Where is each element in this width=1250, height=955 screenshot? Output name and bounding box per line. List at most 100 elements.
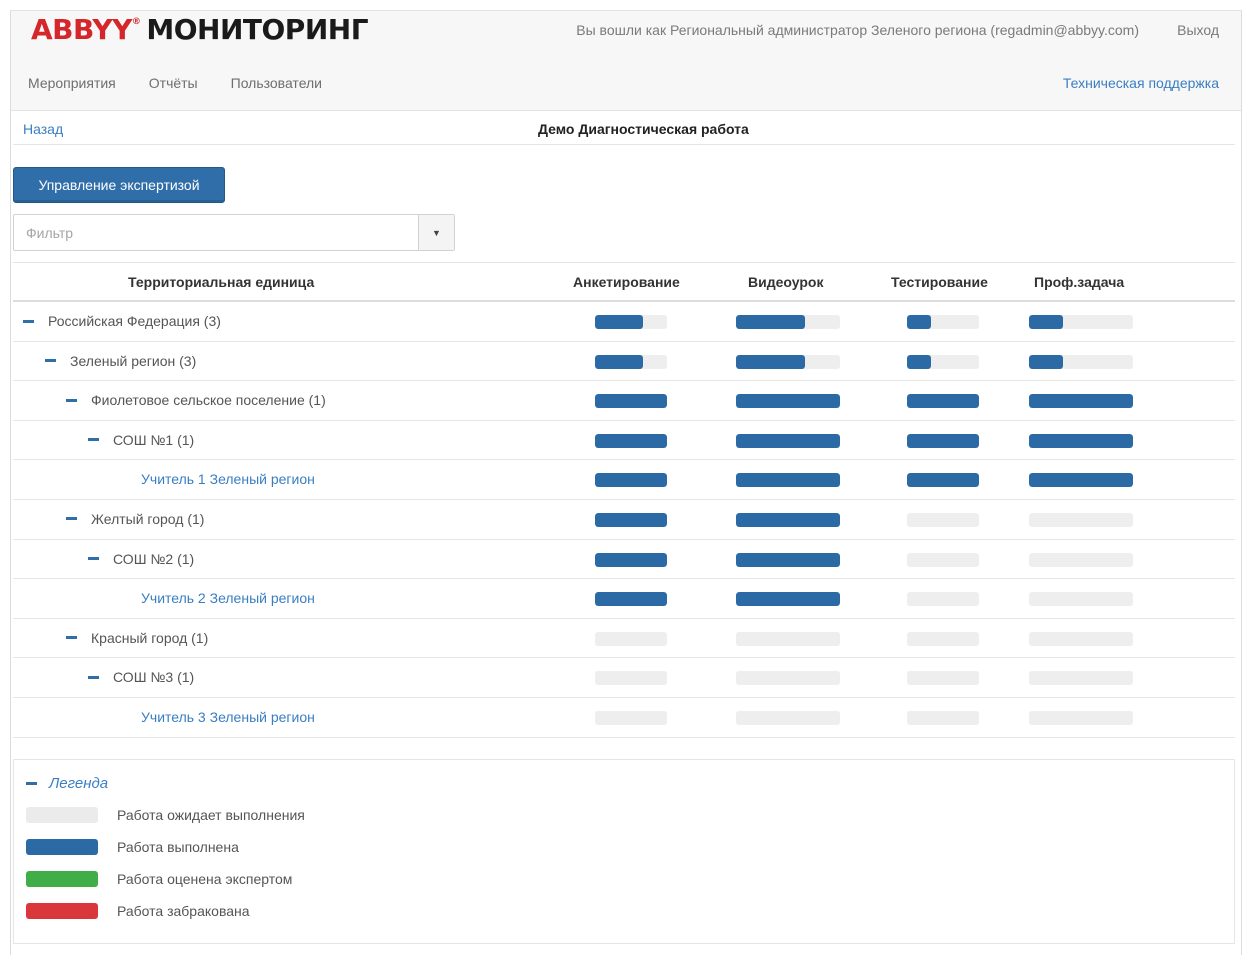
unit-label: Российская Федерация (3) (23, 313, 221, 329)
nav-item-reports[interactable]: Отчёты (149, 75, 198, 91)
legend-label: Работа забракована (117, 903, 250, 919)
table-row: Учитель 3 Зеленый регион (13, 698, 1235, 738)
progress-fill (1029, 394, 1133, 409)
progress-fill (736, 354, 805, 369)
unit-label: СОШ №1 (1) (88, 432, 194, 448)
table-row: Учитель 1 Зеленый регион (13, 460, 1235, 500)
progress-bar (907, 592, 979, 607)
table-row: СОШ №2 (1) (13, 540, 1235, 580)
progress-bar (1029, 394, 1133, 409)
progress-bar (907, 473, 979, 488)
progress-bar (907, 631, 979, 646)
progress-bar (907, 710, 979, 725)
progress-fill (595, 354, 643, 369)
collapse-icon[interactable] (88, 557, 99, 561)
legend-item-rejected: Работа забракована (26, 903, 250, 919)
progress-fill (595, 394, 667, 409)
legend-toggle[interactable]: Легенда (26, 775, 108, 792)
column-header-task: Проф.задача (1034, 274, 1125, 290)
progress-fill (1029, 473, 1133, 488)
table-row: Красный город (1) (13, 619, 1235, 659)
filter-dropdown-button[interactable]: ▼ (418, 215, 454, 250)
legend-label: Работа ожидает выполнения (117, 807, 305, 823)
unit-label: Желтый город (1) (66, 511, 204, 527)
progress-bar (1029, 552, 1133, 567)
progress-bar (595, 394, 667, 409)
progress-bar (595, 631, 667, 646)
progress-fill (907, 473, 979, 488)
progress-fill (595, 433, 667, 448)
column-header-survey: Анкетирование (573, 274, 680, 290)
teacher-link[interactable]: Учитель 1 Зеленый регион (141, 471, 315, 487)
logout-link[interactable]: Выход (1177, 22, 1219, 38)
column-header-unit: Территориальная единица (128, 274, 315, 290)
row-label-text: СОШ №1 (1) (113, 431, 195, 448)
table-row: СОШ №1 (1) (13, 421, 1235, 461)
progress-fill (1029, 315, 1064, 329)
logo-registered-mark: ® (131, 17, 141, 27)
progress-bar (907, 512, 979, 527)
progress-fill (595, 315, 643, 329)
filter-combobox: ▼ (13, 214, 455, 251)
manage-expertise-button[interactable]: Управление экспертизой (13, 167, 225, 203)
progress-fill (736, 394, 840, 409)
progress-bar (595, 354, 667, 369)
unit-label: Зеленый регион (3) (45, 353, 196, 369)
progress-bar (907, 394, 979, 409)
row-label-text: Учитель 1 Зеленый регион (141, 471, 315, 488)
collapse-icon (26, 782, 37, 785)
progress-fill (595, 552, 667, 567)
progress-bar (907, 354, 979, 369)
legend-item-graded: Работа оценена экспертом (26, 871, 292, 887)
row-label-text: Красный город (1) (91, 629, 209, 646)
progress-bar (1029, 433, 1133, 448)
row-label-text: СОШ №3 (1) (113, 669, 195, 686)
nav-item-events[interactable]: Мероприятия (28, 75, 116, 91)
collapse-icon[interactable] (66, 398, 77, 402)
progress-bar (736, 552, 840, 567)
column-header-testing: Тестирование (891, 274, 988, 290)
filter-input[interactable] (14, 215, 420, 250)
unit-label: Фиолетовое сельское поселение (1) (66, 392, 326, 408)
row-label-text: СОШ №2 (1) (113, 550, 195, 567)
progress-bar (736, 631, 840, 646)
page-title: Демо Диагностическая работа (538, 121, 749, 137)
progress-bar (595, 512, 667, 527)
unit-label: Красный город (1) (66, 630, 208, 646)
progress-bar (595, 552, 667, 567)
logo: ABBYY ® МОНИТОРИНГ (31, 13, 369, 46)
logo-brand: ABBYY (31, 13, 132, 46)
progress-fill (736, 315, 805, 329)
row-label-text: Фиолетовое сельское поселение (1) (91, 392, 326, 409)
divider (13, 144, 1235, 145)
progress-bar (736, 433, 840, 448)
legend-swatch-graded (26, 871, 98, 887)
progress-fill (595, 473, 667, 488)
progress-fill (907, 315, 931, 329)
collapse-icon[interactable] (88, 438, 99, 442)
progress-bar (1029, 512, 1133, 527)
progress-bar (595, 710, 667, 725)
table-row: Учитель 2 Зеленый регион (13, 579, 1235, 619)
back-link[interactable]: Назад (23, 121, 63, 137)
collapse-icon[interactable] (66, 636, 77, 640)
progress-bar (1029, 710, 1133, 725)
progress-bar (595, 592, 667, 607)
progress-bar (595, 315, 667, 329)
collapse-icon[interactable] (66, 517, 77, 521)
support-link[interactable]: Техническая поддержка (1063, 75, 1219, 91)
teacher-link[interactable]: Учитель 2 Зеленый регион (141, 590, 315, 606)
progress-bar (1029, 315, 1133, 329)
nav-item-users[interactable]: Пользователи (231, 75, 322, 91)
progress-bar (907, 315, 979, 329)
row-label-text: Желтый город (1) (91, 510, 205, 527)
progress-bar (736, 592, 840, 607)
collapse-icon[interactable] (45, 359, 56, 363)
collapse-icon[interactable] (23, 319, 34, 323)
progress-fill (907, 433, 979, 448)
progress-fill (907, 394, 979, 409)
teacher-link[interactable]: Учитель 3 Зеленый регион (141, 709, 315, 725)
legend-label: Работа оценена экспертом (117, 871, 293, 887)
collapse-icon[interactable] (88, 675, 99, 679)
progress-bar (1029, 592, 1133, 607)
